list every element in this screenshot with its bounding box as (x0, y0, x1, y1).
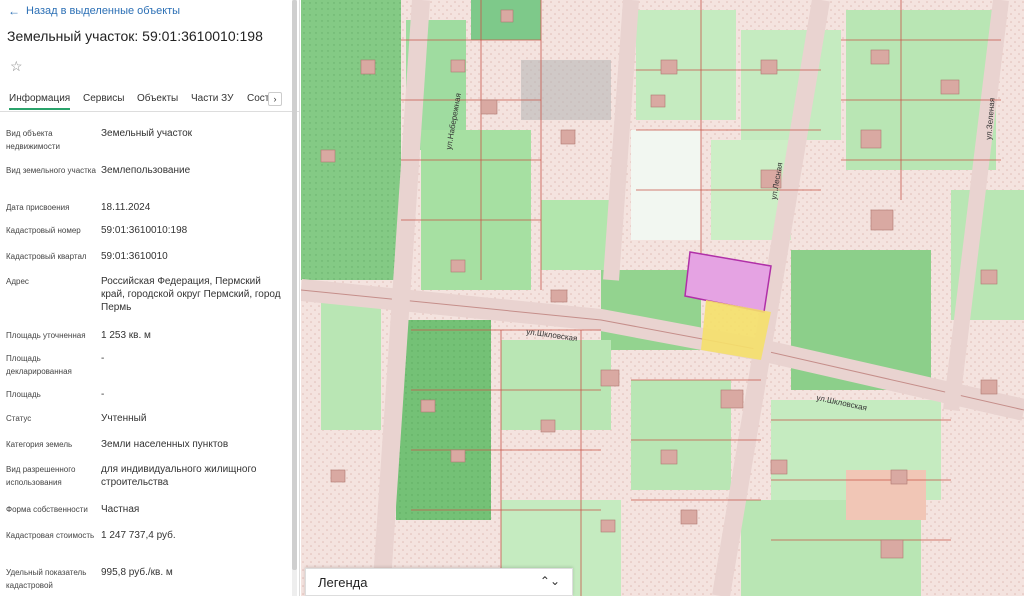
tab-bar: Информация Сервисы Объекты Части ЗУ Сост… (0, 88, 299, 112)
field-label: Статус (6, 414, 32, 423)
field-value: 18.11.2024 (101, 202, 151, 213)
field-label: Форма собственности (6, 505, 88, 514)
field-value: 1 253 кв. м (101, 330, 151, 341)
star-icon[interactable]: ☆ (10, 58, 23, 75)
panel-scrollbar[interactable] (292, 0, 297, 596)
scrollbar-thumb[interactable] (292, 0, 297, 570)
chevron-updown-icon: ⌃⌄ (539, 574, 560, 588)
field-label: Вид разрешенного использования (6, 465, 76, 487)
page-title: Земельный участок: 59:01:3610010:198 (7, 28, 263, 44)
tab-info[interactable]: Информация (9, 93, 71, 110)
field-label: Адрес (6, 277, 29, 286)
field-label: Категория земель (6, 440, 73, 449)
tab-parts[interactable]: Части ЗУ (191, 93, 233, 104)
field-label: Вид земельного участка (6, 166, 96, 175)
field-label: Площадь (6, 390, 41, 399)
field-label: Кадастровый квартал (6, 252, 87, 261)
info-panel: ← Назад в выделенные объекты Земельный у… (0, 0, 300, 596)
field-label: Кадастровый номер (6, 226, 81, 235)
back-link-label: Назад в выделенные объекты (26, 5, 181, 17)
field-value[interactable]: 59:01:3610010:198 (101, 224, 281, 237)
field-value: для индивидуального жилищного строительс… (101, 464, 257, 488)
chevron-right-icon[interactable]: › (268, 92, 282, 106)
field-label: Площадь уточненная (6, 331, 86, 340)
cadastral-map[interactable]: ул.Шкловская ул.Шкловская ул.Набережная … (301, 0, 1024, 596)
back-link[interactable]: ← Назад в выделенные объекты (8, 4, 180, 18)
field-value: 1 247 737,4 руб. (101, 530, 176, 541)
field-value: Учтенный (101, 413, 147, 424)
field-label: Дата присвоения (6, 203, 70, 212)
tab-objects[interactable]: Объекты (137, 93, 178, 104)
field-value: - (101, 389, 105, 400)
field-value: Земли населенных пунктов (101, 439, 229, 450)
tab-services[interactable]: Сервисы (83, 93, 124, 104)
field-label: Площадь декларированная (6, 354, 72, 376)
field-value: - (101, 353, 105, 364)
field-value: Земельный участок (101, 128, 193, 139)
field-value: 995,8 руб./кв. м (101, 567, 173, 578)
map-canvas[interactable]: ул.Шкловская ул.Шкловская ул.Набережная … (301, 0, 1024, 596)
tab-state[interactable]: Сост (247, 93, 269, 104)
field-label: Кадастровая стоимость (6, 531, 95, 540)
field-value[interactable]: 59:01:3610010 (101, 250, 281, 263)
field-value: Землепользование (101, 165, 191, 176)
field-label: Вид объекта недвижимости (6, 129, 60, 151)
legend-dropdown[interactable]: Легенда ⌃⌄ (305, 568, 573, 596)
field-value: Частная (101, 504, 140, 515)
field-value: Российская Федерация, Пермский край, гор… (101, 276, 281, 313)
arrow-left-icon: ← (8, 4, 20, 18)
legend-label: Легенда (318, 575, 368, 590)
field-label: Удельный показатель кадастровой (6, 568, 87, 590)
